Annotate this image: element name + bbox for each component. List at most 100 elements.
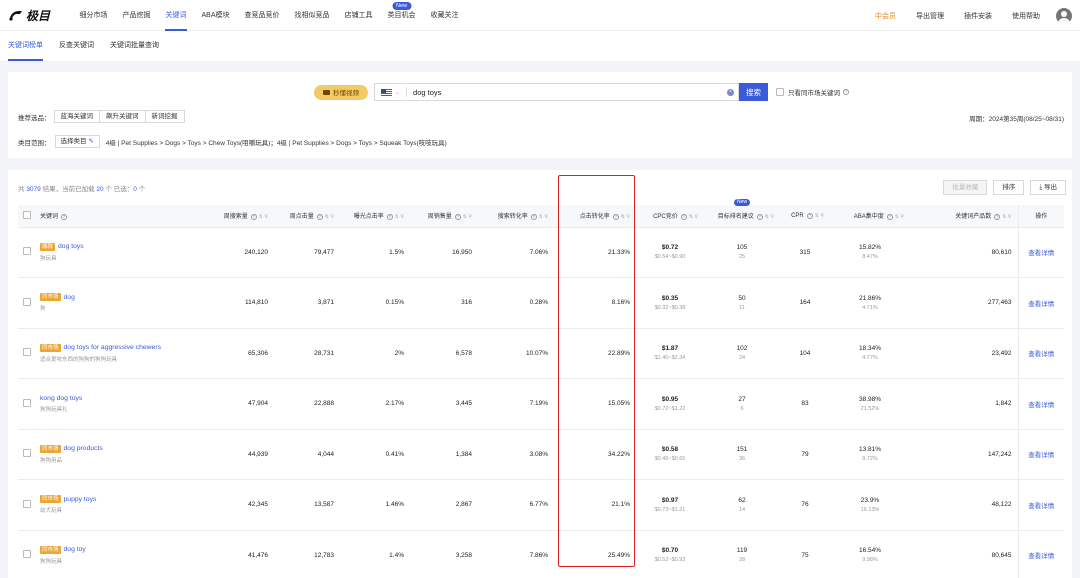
recommend-blue-ocean-button[interactable]: 蓝海关键词: [53, 110, 100, 123]
row-select[interactable]: [18, 429, 40, 480]
keyword-link[interactable]: dog products: [64, 445, 103, 452]
batch-favorite-button[interactable]: 批量收藏: [943, 180, 988, 195]
column-header[interactable]: CPR? ⇅ ⚲: [780, 205, 830, 228]
avatar[interactable]: [1056, 7, 1072, 24]
row-select[interactable]: [18, 328, 40, 379]
row-checkbox[interactable]: [23, 398, 31, 407]
header-select-all[interactable]: [18, 205, 40, 228]
row-checkbox[interactable]: [23, 550, 31, 559]
row-checkbox[interactable]: [23, 499, 31, 508]
row-select[interactable]: [18, 277, 40, 329]
column-header[interactable]: 点击转化率? ⇅ ⚲: [554, 205, 636, 228]
column-header[interactable]: 关键词?: [40, 205, 208, 228]
nav-item[interactable]: 产品挖掘: [115, 0, 158, 31]
sort-icon[interactable]: ⇅ ⚲: [463, 214, 472, 220]
us-flag-icon[interactable]: [381, 88, 392, 96]
help-icon[interactable]: ?: [612, 214, 619, 221]
same-market-checkbox[interactable]: [776, 88, 784, 96]
row-checkbox[interactable]: [23, 449, 31, 458]
help-icon[interactable]: ?: [61, 214, 68, 221]
help-icon[interactable]: ?: [386, 214, 393, 221]
column-header[interactable]: 目标排名建议? ⇅ ⚲ New: [704, 199, 780, 228]
column-header[interactable]: 操作: [1017, 205, 1064, 228]
view-details-link[interactable]: 查看详情: [1017, 530, 1064, 578]
search-input[interactable]: dog toys: [413, 88, 727, 97]
column-header[interactable]: 周搜索量? ⇅ ⚲: [208, 205, 274, 228]
help-link[interactable]: 使用帮助: [1012, 11, 1040, 21]
nav-item[interactable]: 查竞品竞价: [237, 0, 287, 31]
view-details-link[interactable]: 查看详情: [1017, 479, 1064, 531]
keyword-link[interactable]: dog toy: [64, 546, 86, 553]
view-details-link[interactable]: 查看详情: [1017, 227, 1064, 278]
column-header[interactable]: 周点击量? ⇅ ⚲: [274, 205, 340, 228]
keyword-link[interactable]: dog toys: [58, 243, 84, 250]
select-all-checkbox[interactable]: [23, 210, 31, 219]
sort-icon[interactable]: ⇅ ⚲: [815, 213, 824, 219]
help-icon[interactable]: ?: [530, 214, 537, 221]
sort-icon[interactable]: ⇅ ⚲: [539, 214, 548, 220]
sort-icon[interactable]: ⇅ ⚲: [325, 214, 334, 220]
row-select[interactable]: [18, 227, 40, 278]
view-details-link[interactable]: 查看详情: [1017, 328, 1064, 379]
sort-icon[interactable]: ⇅ ⚲: [895, 214, 904, 220]
keyword-link[interactable]: dog toys for aggressive chewers: [64, 344, 161, 351]
row-checkbox[interactable]: [23, 297, 31, 306]
search-button[interactable]: 搜索: [739, 83, 768, 101]
column-header[interactable]: CPC竞价? ⇅ ⚲: [636, 205, 704, 228]
column-header[interactable]: 搜索转化率? ⇅ ⚲: [478, 205, 554, 228]
row-select[interactable]: [18, 530, 40, 578]
tab-reverse-keyword[interactable]: 反查关键词: [59, 31, 94, 61]
row-checkbox[interactable]: [23, 247, 31, 256]
help-icon[interactable]: ?: [843, 89, 849, 95]
member-link[interactable]: 中会员: [875, 11, 896, 21]
view-details-link[interactable]: 查看详情: [1017, 429, 1064, 480]
column-header[interactable]: 曝光点击率? ⇅ ⚲: [340, 205, 410, 228]
nav-item[interactable]: 店铺工具: [337, 0, 380, 31]
nav-item[interactable]: 类目机会 New: [380, 0, 423, 31]
sort-icon[interactable]: ⇅ ⚲: [395, 214, 404, 220]
video-tutorial-button[interactable]: 秒懂视频: [314, 84, 368, 100]
tab-keyword-list[interactable]: 关键词榜单: [8, 31, 43, 61]
help-icon[interactable]: ?: [454, 214, 461, 221]
export-management-link[interactable]: 导出管理: [916, 11, 944, 21]
view-details-link[interactable]: 查看详情: [1017, 378, 1064, 430]
sort-icon[interactable]: ⇅ ⚲: [689, 214, 698, 220]
help-icon[interactable]: ?: [994, 214, 1001, 221]
tab-batch-keyword-query[interactable]: 关键词批量查询: [110, 31, 159, 61]
help-icon[interactable]: ?: [806, 212, 813, 219]
nav-item[interactable]: 关键词: [158, 0, 194, 31]
logo[interactable]: 极目: [8, 7, 66, 24]
view-details-link[interactable]: 查看详情: [1017, 277, 1064, 329]
keyword-link[interactable]: kong dog toys: [40, 395, 82, 402]
sort-icon[interactable]: ⇅ ⚲: [259, 214, 268, 220]
recommend-rising-button[interactable]: 飙升关键词: [99, 110, 146, 123]
column-header[interactable]: 周销售量? ⇅ ⚲: [410, 205, 478, 228]
sort-icon[interactable]: ⇅ ⚲: [621, 214, 630, 220]
clear-icon[interactable]: ×: [727, 88, 734, 96]
help-icon[interactable]: ?: [316, 214, 323, 221]
column-header[interactable]: 关键词产品数? ⇅ ⚲: [910, 205, 1018, 228]
row-checkbox[interactable]: [23, 348, 31, 357]
row-select[interactable]: [18, 378, 40, 430]
help-icon[interactable]: ?: [886, 214, 893, 221]
recommend-new-words-button[interactable]: 新词挖掘: [144, 110, 185, 123]
select-category-button[interactable]: 选择类目 ✎: [54, 135, 100, 148]
help-icon[interactable]: ?: [680, 214, 687, 221]
sort-button[interactable]: 排序: [993, 180, 1025, 195]
help-icon[interactable]: ?: [756, 214, 763, 221]
same-market-filter[interactable]: 只看同市场关键词 ?: [776, 87, 849, 97]
row-select[interactable]: [18, 479, 40, 531]
plugin-install-link[interactable]: 插件安装: [964, 11, 992, 21]
nav-item[interactable]: 收藏关注: [423, 0, 466, 31]
nav-item[interactable]: 细分市场: [72, 0, 115, 31]
keyword-link[interactable]: dog: [64, 294, 75, 301]
column-header[interactable]: ABA集中度? ⇅ ⚲: [830, 205, 910, 228]
help-icon[interactable]: ?: [250, 214, 257, 221]
export-button[interactable]: ⤓ 导出: [1030, 180, 1066, 195]
sort-icon[interactable]: ⇅ ⚲: [1002, 214, 1011, 220]
chevron-down-icon[interactable]: ⌄: [395, 89, 400, 96]
nav-item[interactable]: 找相似竞品: [287, 0, 337, 31]
nav-item[interactable]: ABA模块: [194, 0, 237, 31]
keyword-link[interactable]: puppy toys: [64, 496, 97, 503]
sort-icon[interactable]: ⇅ ⚲: [765, 214, 774, 220]
